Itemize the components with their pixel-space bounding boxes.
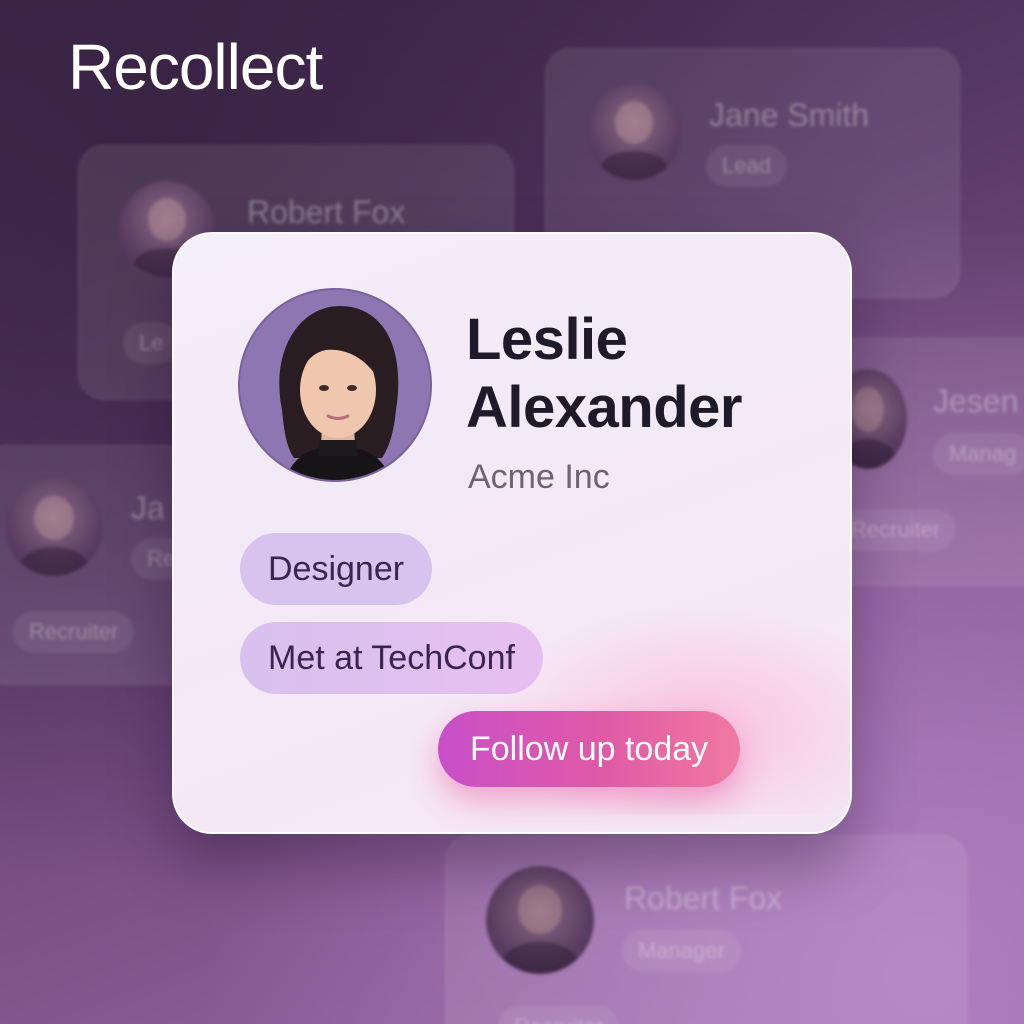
contact-tag: Recruiter (13, 611, 135, 653)
contact-tag: Recruiter (498, 1006, 620, 1024)
contact-company: Acme Inc (468, 458, 610, 496)
contact-tag: Lead (706, 145, 787, 187)
contact-avatar (486, 866, 594, 974)
contact-name: Ja (131, 490, 165, 526)
contact-first-name: Leslie (466, 307, 628, 372)
contact-name: Robert Fox (247, 194, 406, 230)
contact-avatar (5, 478, 103, 576)
app-logo-wordmark: Recollect (68, 31, 323, 103)
contact-last-name: Alexander (466, 375, 742, 440)
contact-card[interactable]: Leslie Alexander Acme Inc Designer Met a… (172, 232, 852, 834)
contact-name: Jane Smith (709, 97, 870, 133)
contact-name: Robert Fox (624, 880, 783, 916)
tag-met-at-techconf[interactable]: Met at TechConf (240, 622, 543, 694)
contact-name: Leslie Alexander (466, 306, 826, 442)
contact-avatar (238, 288, 432, 482)
contact-tag: Manager (622, 930, 741, 972)
contact-name: Jesen (933, 383, 1019, 419)
contact-tag: Recruiter (835, 509, 957, 551)
contact-tag: Manag (933, 433, 1024, 475)
contact-tag: Le (123, 322, 180, 364)
follow-up-button[interactable]: Follow up today (438, 711, 741, 787)
app-canvas: Recollect Jane Smith Lead Robert Fox Le … (0, 0, 1024, 1024)
avatar-portrait-icon (240, 290, 430, 480)
background-contact-card: Robert Fox Manager Recruiter (445, 835, 967, 1024)
contact-avatar (586, 84, 682, 180)
tag-designer[interactable]: Designer (240, 533, 433, 605)
